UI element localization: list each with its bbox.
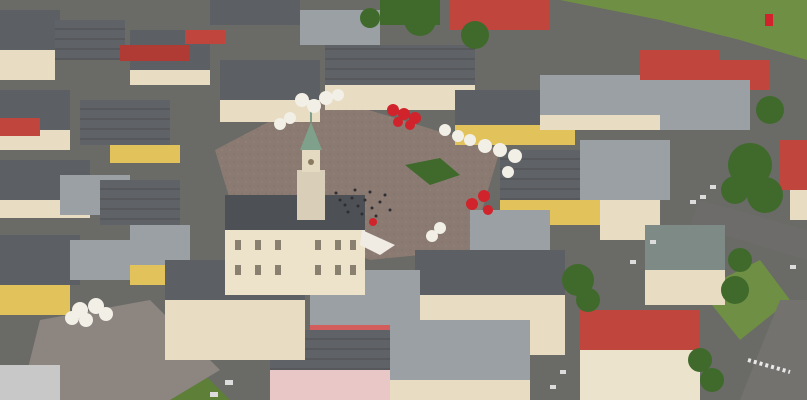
distant-sign [765, 14, 773, 26]
aerial-photo [0, 0, 807, 400]
